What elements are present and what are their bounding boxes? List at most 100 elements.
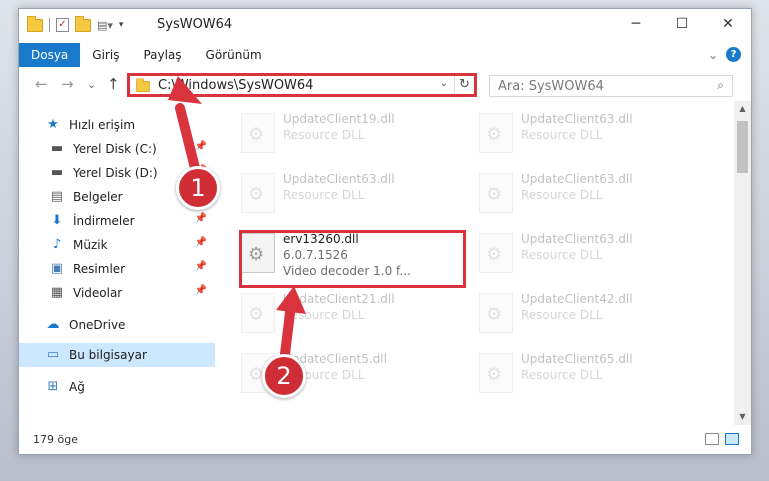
network-icon: ⊞ [47,379,59,394]
file-item[interactable]: UpdateClient63.dll Resource DLL [473,227,698,279]
sidebar-item-local-disk-c[interactable]: ▬ Yerel Disk (C:) 📌 [19,137,215,161]
window-title: SysWOW64 [157,17,233,32]
file-item[interactable]: UpdateClient63.dll Resource DLL [473,167,698,219]
scroll-thumb[interactable] [737,121,748,173]
file-description: Resource DLL [521,188,603,202]
file-item[interactable]: UpdateClient19.dll Resource DLL [235,107,460,159]
file-item[interactable]: UpdateClient65.dll Resource DLL [473,347,698,399]
sidebar-item-this-pc[interactable]: ▭ Bu bilgisayar [19,343,215,367]
file-item[interactable]: UpdateClient21.dll Resource DLL [235,287,460,339]
tab-view[interactable]: Görünüm [194,43,274,67]
file-item[interactable]: UpdateClient42.dll Resource DLL [473,287,698,339]
tab-home[interactable]: Giriş [80,43,131,67]
file-name: UpdateClient65.dll [521,352,633,366]
sidebar-item-onedrive[interactable]: ☁ OneDrive [19,313,215,337]
step-1-badge: 1 [176,166,220,210]
file-name: UpdateClient42.dll [521,292,633,306]
dll-file-icon [479,293,513,333]
sidebar-item-label: Videolar [73,286,123,300]
step-2-badge: 2 [262,354,306,398]
dll-file-icon [479,233,513,273]
item-count: 179 öge [33,433,78,446]
folder-icon [136,78,150,93]
folder-icon [27,15,43,32]
sidebar-item-downloads[interactable]: ⬇ İndirmeler 📌 [19,209,215,233]
dll-file-icon [479,173,513,213]
large-icons-view-icon[interactable] [725,433,739,445]
toolbar-dropdown-icon[interactable]: ▾ [119,20,124,30]
file-name: UpdateClient63.dll [521,172,633,186]
back-button[interactable]: ← [35,75,48,93]
title-bar: ✓ ▤▾ ▾ SysWOW64 ─ ☐ ✕ [19,9,751,43]
file-description: Resource DLL [283,128,365,142]
dll-file-icon [241,113,275,153]
sidebar-item-label: Resimler [73,262,126,276]
search-box[interactable]: Ara: SysWOW64 ⌕ [489,75,733,97]
computer-icon: ▭ [46,347,60,362]
sidebar-item-videos[interactable]: ▦ Videolar 📌 [19,281,215,305]
drive-icon: ▬ [50,141,64,156]
navigation-bar: ← → ⌄ ↑ C:\Windows\SysWOW64 ⌄ ↻ Ara: Sys… [19,71,751,99]
new-folder-icon[interactable] [75,15,91,32]
recent-locations-button[interactable]: ⌄ [87,78,96,91]
file-name: UpdateClient63.dll [283,172,395,186]
sidebar-item-label: OneDrive [69,318,126,332]
pin-icon[interactable]: 📌 [195,285,207,296]
sidebar-item-label: Ağ [69,380,85,394]
dll-file-icon [241,173,275,213]
up-button[interactable]: ↑ [107,75,120,93]
close-button[interactable]: ✕ [705,9,751,39]
highlight-box [239,230,466,288]
documents-icon: ▤ [50,189,64,204]
sidebar-item-label: Müzik [73,238,108,252]
file-name: UpdateClient19.dll [283,112,395,126]
properties-icon[interactable]: ✓ [56,18,69,32]
star-icon: ★ [47,117,59,132]
customize-toolbar-icon[interactable]: ▤▾ [97,19,113,32]
file-item[interactable]: UpdateClient63.dll Resource DLL [235,167,460,219]
pin-icon[interactable]: 📌 [195,213,207,224]
file-item[interactable]: UpdateClient63.dll Resource DLL [473,107,698,159]
file-name: UpdateClient63.dll [521,232,633,246]
minimize-button[interactable]: ─ [613,9,659,39]
sidebar-item-label: İndirmeler [73,214,135,228]
details-view-icon[interactable] [705,433,719,445]
forward-button[interactable]: → [61,75,74,93]
sidebar-item-network[interactable]: ⊞ Ağ [19,375,215,399]
toolbar-divider [49,18,50,32]
pin-icon[interactable]: 📌 [195,141,207,152]
downloads-icon: ⬇ [51,213,63,228]
navigation-pane: ★ Hızlı erişim ▬ Yerel Disk (C:) 📌 ▬ Yer… [19,105,215,421]
quick-access-toolbar: ✓ ▤▾ ▾ [27,15,129,32]
sidebar-item-label: Yerel Disk (C:) [73,142,157,156]
file-name: UpdateClient63.dll [521,112,633,126]
file-name: UpdateClient21.dll [283,292,395,306]
sidebar-item-label: Hızlı erişim [69,118,136,132]
search-icon[interactable]: ⌕ [717,78,724,93]
help-icon[interactable]: ? [726,47,741,62]
sidebar-item-music[interactable]: ♪ Müzik 📌 [19,233,215,257]
dll-file-icon [241,293,275,333]
sidebar-item-label: Belgeler [73,190,123,204]
tab-share[interactable]: Paylaş [131,43,193,67]
explorer-window: ✓ ▤▾ ▾ SysWOW64 ─ ☐ ✕ Dosya Giriş Paylaş… [18,8,752,455]
file-description: Resource DLL [521,248,603,262]
file-description: Resource DLL [521,368,603,382]
refresh-icon[interactable]: ↻ [454,76,474,94]
maximize-button[interactable]: ☐ [659,9,705,39]
sidebar-item-pictures[interactable]: ▣ Resimler 📌 [19,257,215,281]
scroll-up-icon[interactable]: ▲ [734,101,751,117]
expand-ribbon-icon[interactable]: ⌄ [708,48,718,62]
pin-icon[interactable]: 📌 [195,261,207,272]
address-path[interactable]: C:\Windows\SysWOW64 [158,78,313,93]
address-bar[interactable]: C:\Windows\SysWOW64 ⌄ ↻ [127,73,477,97]
cloud-icon: ☁ [46,317,60,332]
sidebar-item-label: Yerel Disk (D:) [73,166,158,180]
search-input[interactable]: Ara: SysWOW64 [498,79,604,94]
pin-icon[interactable]: 📌 [195,237,207,248]
address-dropdown-icon[interactable]: ⌄ [440,78,448,89]
sidebar-item-quick-access[interactable]: ★ Hızlı erişim [19,113,215,137]
vertical-scrollbar[interactable]: ▲ ▼ [734,101,751,425]
scroll-down-icon[interactable]: ▼ [734,409,751,425]
tab-file[interactable]: Dosya [19,43,81,67]
